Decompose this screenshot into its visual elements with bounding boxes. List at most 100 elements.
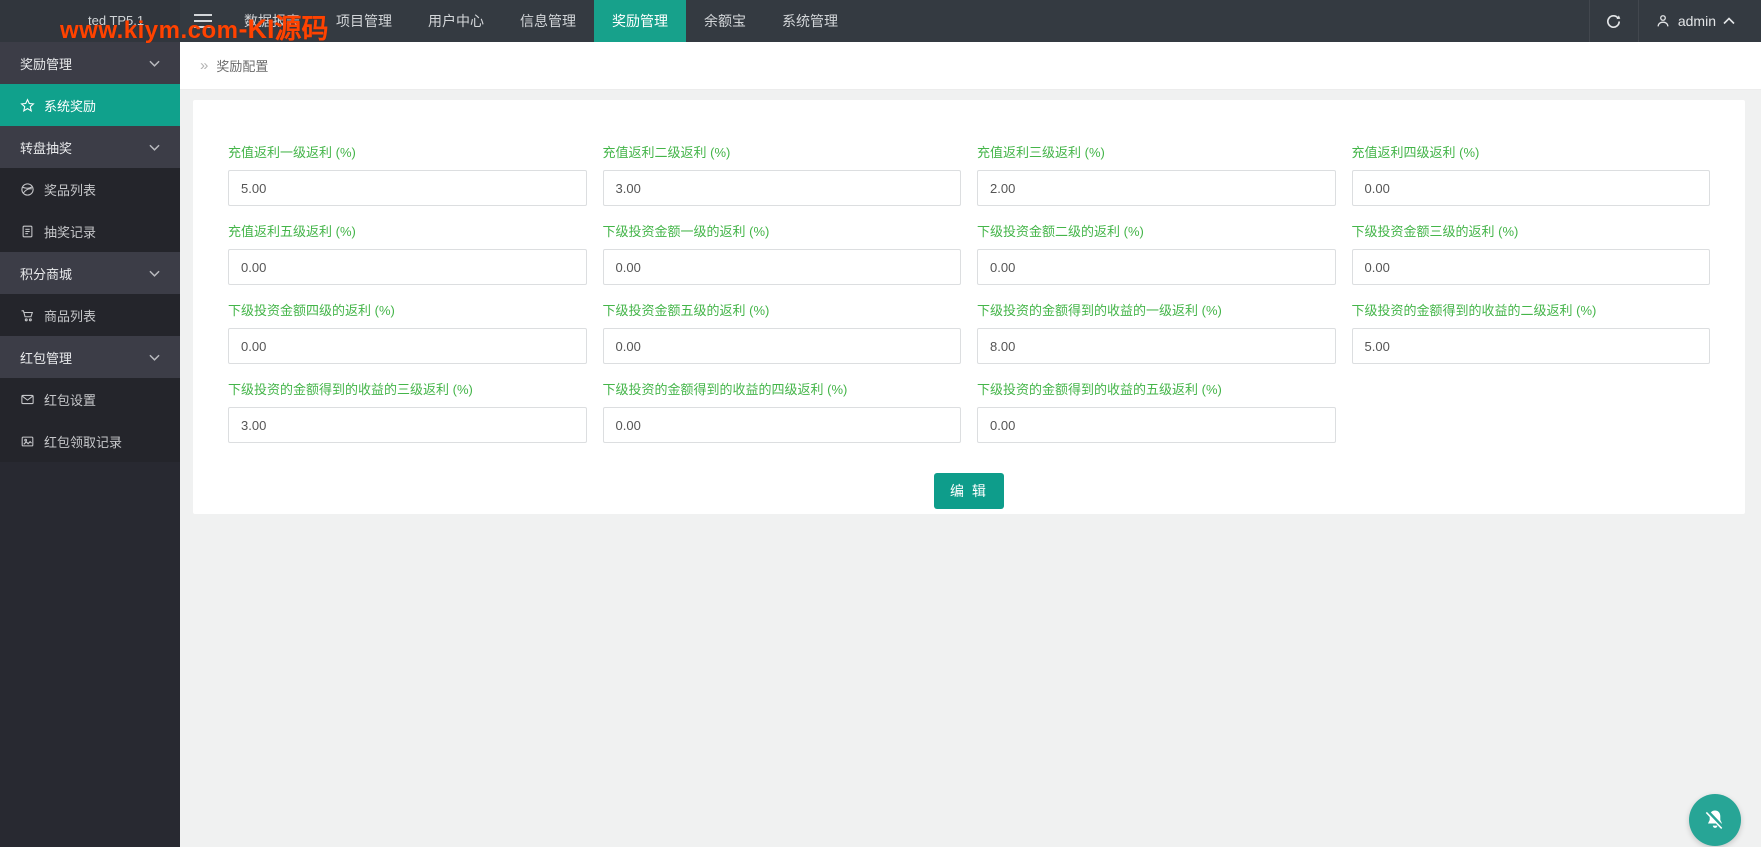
field-label: 下级投资金额五级的返利 (%) (602, 303, 770, 318)
field-label: 充值返利四级返利 (%) (1351, 145, 1480, 160)
form-field: 下级投资的金额得到的收益的五级返利 (%) (977, 379, 1336, 443)
sidebar: 奖励管理 系统奖励 转盘抽奖 奖品列表 抽奖记录 积分商城 商品列表 红包管理 … (0, 42, 180, 847)
sidebar-item-redpacket-records[interactable]: 红包领取记录 (0, 420, 180, 462)
notification-toggle-fab[interactable] (1689, 794, 1741, 846)
field-label: 充值返利二级返利 (%) (602, 145, 731, 160)
sidebar-item-label: 商品列表 (44, 308, 97, 324)
sidebar-group-label: 奖励管理 (20, 56, 73, 72)
field-label: 充值返利一级返利 (%) (228, 145, 356, 160)
hamburger-icon (194, 14, 212, 28)
form-field: 下级投资金额四级的返利 (%) (228, 300, 587, 364)
nav-item-user-center[interactable]: 用户中心 (410, 0, 502, 42)
chevron-up-icon (1723, 17, 1735, 25)
nav-item-reward[interactable]: 奖励管理 (594, 0, 686, 42)
field-input[interactable] (977, 407, 1336, 443)
reward-form: 充值返利一级返利 (%) 充值返利二级返利 (%) 充值返利三级返利 (%) 充… (228, 142, 1710, 458)
field-input[interactable] (228, 170, 587, 206)
chevron-down-icon (149, 354, 160, 361)
form-field: 下级投资金额一级的返利 (%) (602, 221, 961, 285)
refresh-button[interactable] (1588, 0, 1639, 42)
sidebar-item-redpacket-settings[interactable]: 红包设置 (0, 378, 180, 420)
field-label: 下级投资金额一级的返利 (%) (602, 224, 770, 239)
top-nav: 数据报表 项目管理 用户中心 信息管理 奖励管理 余额宝 系统管理 (226, 0, 856, 42)
app-logo: ted TP5.1 (0, 0, 180, 42)
chevron-down-icon (149, 60, 160, 67)
sidebar-item-draw-records[interactable]: 抽奖记录 (0, 210, 180, 252)
nav-item-info[interactable]: 信息管理 (502, 0, 594, 42)
cart-icon (21, 309, 34, 321)
user-menu[interactable]: admin (1639, 0, 1761, 42)
form-field: 充值返利二级返利 (%) (602, 142, 961, 206)
nav-item-project[interactable]: 项目管理 (318, 0, 410, 42)
chevron-down-icon (149, 144, 160, 151)
sidebar-group-label: 红包管理 (20, 350, 73, 366)
nav-item-yuebao[interactable]: 余额宝 (686, 0, 764, 42)
field-input[interactable] (228, 328, 587, 364)
sidebar-toggle-button[interactable] (180, 0, 226, 42)
image-icon (21, 436, 34, 446)
sidebar-item-label: 奖品列表 (44, 182, 97, 198)
field-label: 下级投资的金额得到的收益的五级返利 (%) (977, 382, 1222, 397)
sidebar-item-goods-list[interactable]: 商品列表 (0, 294, 180, 336)
form-field: 充值返利五级返利 (%) (228, 221, 587, 285)
sidebar-group-redpacket[interactable]: 红包管理 (0, 336, 180, 378)
sidebar-group-lottery[interactable]: 转盘抽奖 (0, 126, 180, 168)
sidebar-group-points-mall[interactable]: 积分商城 (0, 252, 180, 294)
field-label: 下级投资的金额得到的收益的一级返利 (%) (977, 303, 1222, 318)
nav-item-data-report[interactable]: 数据报表 (226, 0, 318, 42)
field-input[interactable] (602, 328, 961, 364)
field-label: 下级投资的金额得到的收益的四级返利 (%) (602, 382, 848, 397)
form-field: 下级投资的金额得到的收益的二级返利 (%) (1351, 300, 1710, 364)
star-icon (20, 97, 35, 112)
sidebar-item-system-reward[interactable]: 系统奖励 (0, 84, 180, 126)
nav-item-system[interactable]: 系统管理 (764, 0, 856, 42)
field-label: 下级投资金额三级的返利 (%) (1351, 224, 1519, 239)
field-input[interactable] (977, 249, 1336, 285)
field-input[interactable] (977, 170, 1336, 206)
field-label: 充值返利五级返利 (%) (228, 224, 356, 239)
form-field: 下级投资的金额得到的收益的三级返利 (%) (228, 379, 587, 443)
form-field: 下级投资金额二级的返利 (%) (977, 221, 1336, 285)
field-input[interactable] (228, 407, 587, 443)
chevron-down-icon (149, 270, 160, 277)
field-input[interactable] (1351, 170, 1710, 206)
field-label: 下级投资金额二级的返利 (%) (977, 224, 1144, 239)
sidebar-item-label: 红包领取记录 (44, 434, 123, 450)
page-title: 奖励配置 (216, 59, 269, 74)
breadcrumb: » 奖励配置 (180, 42, 1761, 90)
main-area: » 奖励配置 充值返利一级返利 (%) 充值返利二级返利 (%) 充值返利三级返… (180, 42, 1761, 847)
field-input[interactable] (602, 407, 961, 443)
field-input[interactable] (977, 328, 1336, 364)
sidebar-item-label: 抽奖记录 (44, 224, 97, 240)
sidebar-item-label: 红包设置 (44, 392, 97, 408)
user-icon (1657, 15, 1669, 27)
topbar-right: admin (1588, 0, 1761, 42)
field-input[interactable] (1351, 328, 1710, 364)
form-actions: 编 辑 (228, 473, 1710, 509)
form-field: 下级投资的金额得到的收益的一级返利 (%) (977, 300, 1336, 364)
form-field: 下级投资金额五级的返利 (%) (602, 300, 961, 364)
bell-slash-icon (1705, 809, 1724, 829)
refresh-icon (1607, 14, 1621, 28)
mail-icon (21, 394, 34, 404)
form-field: 下级投资金额三级的返利 (%) (1351, 221, 1710, 285)
sidebar-item-prize-list[interactable]: 奖品列表 (0, 168, 180, 210)
username: admin (1677, 13, 1716, 29)
edit-button[interactable]: 编 辑 (934, 473, 1004, 509)
reward-config-card: 充值返利一级返利 (%) 充值返利二级返利 (%) 充值返利三级返利 (%) 充… (193, 100, 1745, 514)
field-input[interactable] (228, 249, 587, 285)
field-input[interactable] (602, 249, 961, 285)
form-field: 充值返利四级返利 (%) (1351, 142, 1710, 206)
form-field: 充值返利三级返利 (%) (977, 142, 1336, 206)
sidebar-group-reward[interactable]: 奖励管理 (0, 42, 180, 84)
globe-icon (21, 182, 34, 196)
field-input[interactable] (1351, 249, 1710, 285)
field-label: 下级投资金额四级的返利 (%) (228, 303, 395, 318)
form-field: 下级投资的金额得到的收益的四级返利 (%) (602, 379, 961, 443)
form-field-empty (1352, 379, 1711, 443)
breadcrumb-icon: » (200, 57, 209, 74)
field-input[interactable] (602, 170, 961, 206)
file-icon (22, 225, 33, 237)
field-label: 充值返利三级返利 (%) (977, 145, 1105, 160)
sidebar-group-label: 转盘抽奖 (20, 140, 73, 156)
